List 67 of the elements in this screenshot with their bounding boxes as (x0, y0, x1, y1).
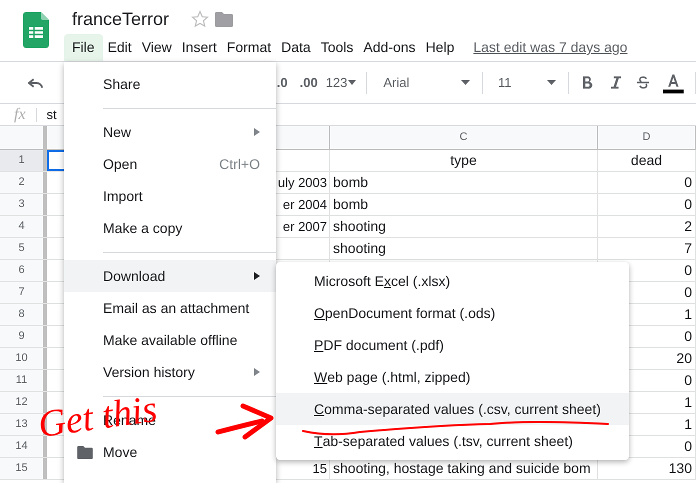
row-header[interactable]: 12 (0, 392, 47, 413)
text-color-icon[interactable] (663, 72, 684, 94)
font-size-dropdown[interactable]: 11 (498, 72, 556, 92)
row-header[interactable]: 8 (0, 304, 47, 325)
row-header[interactable]: 9 (0, 326, 47, 347)
strikethrough-icon[interactable] (637, 76, 650, 89)
menu-item[interactable]: Format (222, 34, 276, 61)
row-header[interactable]: 5 (0, 238, 47, 259)
row-header[interactable]: 14 (0, 436, 47, 457)
bold-icon[interactable] (582, 76, 593, 89)
menu-item[interactable]: View (136, 34, 177, 61)
caret-icon (461, 80, 470, 85)
table-cell: dead (598, 150, 696, 171)
table-cell: 2 (598, 216, 696, 237)
formula-field[interactable]: st (46, 104, 57, 124)
row-header[interactable]: 15 (0, 458, 47, 479)
star-icon[interactable] (191, 10, 210, 28)
menu-item[interactable]: Make available offline (103, 330, 238, 350)
shortcut-label: Ctrl+O (219, 154, 260, 174)
menu-item[interactable]: Data (276, 34, 316, 61)
menu-item[interactable]: Tools (316, 34, 358, 61)
table-cell: bomb (330, 172, 598, 193)
table-cell: shooting (330, 238, 598, 259)
table-cell: 7 (598, 238, 696, 259)
menu-item[interactable]: Import (103, 186, 143, 206)
row-header[interactable]: 11 (0, 370, 47, 391)
document-title[interactable]: franceTerror (72, 6, 170, 32)
menu-item[interactable]: Version history (103, 362, 195, 382)
menu-item[interactable]: File (64, 34, 103, 61)
row-header[interactable]: 7 (0, 282, 47, 303)
number-format-button[interactable]: 123 (326, 72, 356, 92)
increase-decimal-button[interactable]: .00 (300, 72, 318, 92)
caret-icon (547, 80, 556, 85)
font-dropdown[interactable]: Arial (383, 72, 470, 92)
menu-item[interactable]: Insert (176, 34, 222, 61)
undo-icon[interactable] (28, 78, 44, 88)
formula-label: fx (14, 104, 26, 124)
menu-item[interactable]: New (103, 122, 132, 142)
menu-item[interactable]: Edit (102, 34, 137, 61)
spreadsheet-logo-icon[interactable] (23, 12, 49, 48)
row-header[interactable]: 4 (0, 216, 47, 237)
table-cell: bomb (330, 194, 598, 215)
table-cell: shooting (330, 216, 598, 237)
folder-icon[interactable] (215, 12, 234, 26)
column-header: C (330, 126, 598, 149)
menu-item[interactable]: Download (64, 260, 276, 292)
row-header[interactable]: 3 (0, 194, 47, 215)
last-edit-link[interactable]: Last edit was 7 days ago (473, 37, 628, 58)
row-header[interactable]: 10 (0, 348, 47, 369)
table-cell: 0 (598, 172, 696, 193)
row-header[interactable]: 2 (0, 172, 47, 193)
menu-item[interactable]: Share (103, 74, 140, 94)
menu-item[interactable]: Email as an attachment (103, 298, 250, 318)
menu-item[interactable]: Open (103, 154, 138, 174)
menu-item[interactable]: Help (420, 34, 460, 61)
menu-item[interactable]: Add-ons (358, 34, 421, 61)
row-header[interactable]: 6 (0, 260, 47, 281)
caret-icon (348, 80, 356, 85)
menu-item[interactable]: Move (103, 442, 138, 462)
folder-icon (77, 446, 93, 458)
decrease-decimal-button[interactable]: .0 (276, 72, 288, 92)
italic-icon[interactable] (610, 76, 622, 89)
table-cell: 0 (598, 194, 696, 215)
table-cell: type (330, 150, 598, 171)
menu-item[interactable]: Comma-separated values (.csv, current sheet) (276, 393, 629, 425)
column-header: D (598, 126, 696, 149)
row-header[interactable]: 1 (0, 150, 47, 171)
